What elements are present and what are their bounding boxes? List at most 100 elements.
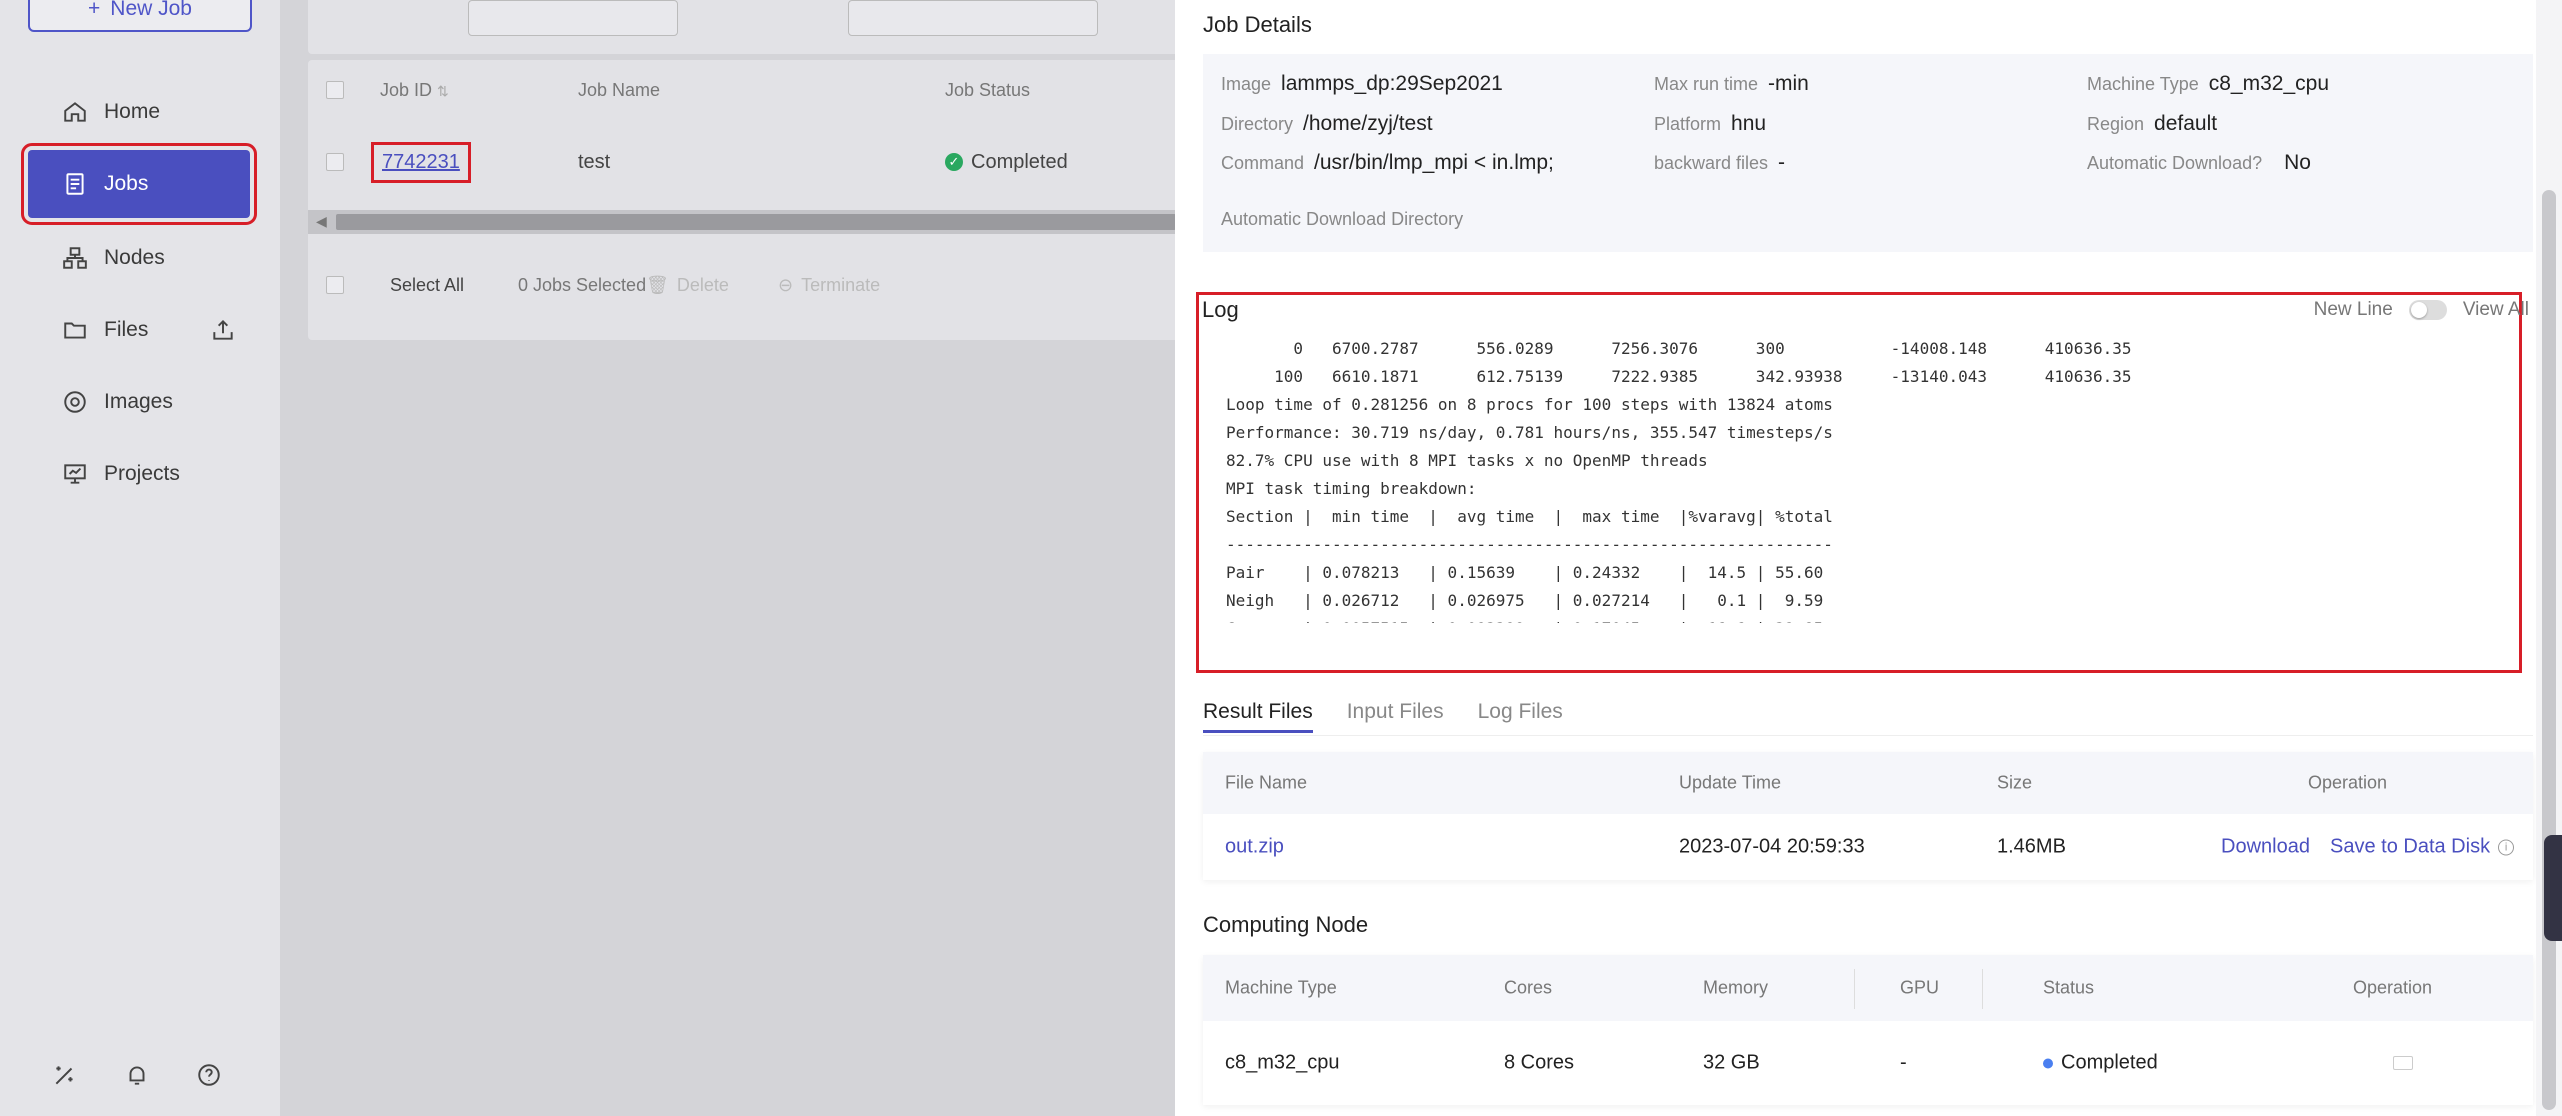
- date-filter-input[interactable]: [848, 0, 1098, 36]
- log-title: Log: [1202, 297, 1239, 322]
- sidebar-item-projects[interactable]: Projects: [24, 438, 254, 510]
- sidebar-item-label: Nodes: [104, 246, 165, 269]
- drawer-scrollbar[interactable]: [2536, 0, 2562, 1116]
- image-icon: [64, 391, 86, 413]
- save-to-data-disk-button[interactable]: Save to Data Disk: [2330, 836, 2490, 859]
- log-line: Loop time of 0.281256 on 8 procs for 100…: [1226, 395, 1833, 414]
- scrollbar-thumb[interactable]: [2542, 190, 2556, 1110]
- job-details-card: Image lammps_dp:29Sep2021 Directory/home/…: [1203, 54, 2533, 252]
- detail-region: Region default: [2087, 112, 2218, 135]
- node-machine-type: c8_m32_cpu: [1225, 1051, 1340, 1074]
- log-line: Comm | 0.0057515 | 0.093399 | 0.17045 | …: [1226, 615, 2506, 623]
- column-header-operation: Operation: [2308, 772, 2388, 793]
- result-files-table: File Name Update Time Size Operation out…: [1203, 752, 2533, 880]
- column-header-gpu: GPU: [1900, 977, 1940, 998]
- job-id-link[interactable]: 7742231: [371, 141, 471, 183]
- footer-select-checkbox[interactable]: [326, 276, 344, 294]
- scrollbar-thumb[interactable]: [336, 214, 1176, 230]
- magic-wand-icon[interactable]: [52, 1062, 78, 1088]
- column-header-update-time: Update Time: [1679, 772, 1782, 793]
- nodes-icon: [63, 247, 87, 269]
- view-all-link[interactable]: View All: [2463, 299, 2529, 321]
- file-size: 1.46MB: [1997, 835, 2066, 858]
- node-cores: 8 Cores: [1504, 1051, 1575, 1074]
- table-header: File Name Update Time Size Operation: [1203, 752, 2533, 814]
- detail-auto-download-dir: Automatic Download Directory: [1221, 209, 1464, 229]
- column-header-operation: Operation: [2353, 977, 2433, 998]
- log-content[interactable]: 0 6700.2787 556.0289 7256.3076 300 -1400…: [1226, 335, 2506, 623]
- select-all-checkbox[interactable]: [326, 81, 344, 99]
- node-memory: 32 GB: [1703, 1051, 1760, 1074]
- detail-command: Command/usr/bin/lmp_mpi < in.lmp;: [1221, 151, 1554, 174]
- job-status-text: Completed: [971, 150, 1068, 173]
- log-line: MPI task timing breakdown:: [1226, 479, 1477, 498]
- floating-widget-handle[interactable]: [2544, 835, 2562, 941]
- help-icon[interactable]: [196, 1062, 222, 1088]
- plus-icon: +: [88, 0, 101, 20]
- log-line: 0 6700.2787 556.0289 7256.3076 300 -1400…: [1226, 339, 2132, 358]
- job-details-drawer: Job Details Image lammps_dp:29Sep2021 Dir…: [1175, 0, 2562, 1116]
- sidebar-item-label: Files: [104, 318, 149, 341]
- table-row: out.zip 2023-07-04 20:59:33 1.46MB Downl…: [1203, 814, 2533, 880]
- file-name-link[interactable]: out.zip: [1225, 836, 1284, 859]
- sidebar-item-label: Home: [104, 100, 161, 123]
- job-status: ✓ Completed: [945, 151, 1068, 174]
- new-line-label: New Line: [2313, 299, 2393, 320]
- sidebar-footer: [52, 1062, 222, 1088]
- detail-max-run-time: Max run time -min: [1654, 72, 1809, 95]
- check-circle-icon: ✓: [945, 153, 963, 171]
- sidebar-item-files[interactable]: Files: [24, 294, 254, 366]
- delete-button[interactable]: 🗑 Delete: [646, 275, 729, 296]
- share-icon[interactable]: [210, 317, 236, 343]
- column-header-job-id[interactable]: Job ID ⇅: [380, 80, 449, 101]
- terminate-button[interactable]: ⊖ Terminate: [778, 275, 880, 296]
- tab-input-files[interactable]: Input Files: [1347, 700, 1444, 733]
- detail-directory: Directory/home/zyj/test: [1221, 112, 1433, 135]
- table-row: c8_m32_cpu 8 Cores 32 GB - Completed: [1203, 1021, 2533, 1105]
- column-header-job-status: Job Status: [945, 79, 1031, 100]
- tab-result-files[interactable]: Result Files: [1203, 700, 1313, 733]
- detail-machine-type: Machine Type c8_m32_cpu: [2087, 72, 2329, 95]
- log-line: Performance: 30.719 ns/day, 0.781 hours/…: [1226, 423, 1833, 442]
- file-tabs: Result Files Input Files Log Files: [1203, 700, 1563, 733]
- filter-bar: [308, 0, 1188, 54]
- table-footer: Select All 0 Jobs Selected 🗑 Delete ⊖ Term…: [308, 260, 1188, 310]
- new-job-label: New Job: [110, 0, 192, 20]
- row-checkbox[interactable]: [326, 153, 344, 171]
- detail-auto-download: Automatic Download? No: [2087, 151, 2311, 174]
- computing-node-title: Computing Node: [1203, 912, 1369, 937]
- column-header-job-name: Job Name: [578, 79, 661, 100]
- log-controls: New Line View All: [2314, 299, 2529, 321]
- new-line-toggle[interactable]: [2408, 300, 2447, 320]
- sidebar-nav: Home Jobs Nodes Files Images Projects: [21, 76, 257, 510]
- select-all-label[interactable]: Select All: [390, 275, 464, 296]
- log-line: Pair | 0.078213 | 0.15639 | 0.24332 | 14…: [1226, 563, 1824, 582]
- sort-icon[interactable]: ⇅: [437, 83, 449, 99]
- sidebar-item-label: Projects: [104, 462, 180, 485]
- bell-icon[interactable]: [124, 1062, 150, 1088]
- column-header-size: Size: [1997, 772, 2033, 793]
- sidebar-item-label: Images: [104, 390, 173, 413]
- info-icon[interactable]: i: [2498, 839, 2515, 855]
- main-content: Job ID ⇅ Job Name Job Status 7742231 tes…: [280, 0, 1188, 1116]
- status-dot-icon: [2043, 1058, 2053, 1068]
- file-update-time: 2023-07-04 20:59:33: [1679, 835, 1865, 858]
- terminal-icon[interactable]: [2393, 1056, 2413, 1070]
- sidebar-item-nodes[interactable]: Nodes: [24, 222, 254, 294]
- filter-input[interactable]: [468, 0, 678, 36]
- column-header-file-name: File Name: [1225, 772, 1308, 793]
- horizontal-scrollbar[interactable]: ◀: [308, 210, 1188, 234]
- log-line: 100 6610.1871 612.75139 7222.9385 342.93…: [1226, 367, 2132, 386]
- download-button[interactable]: Download: [2221, 836, 2310, 859]
- computing-node-table: Machine Type Cores Memory GPU Status Ope…: [1203, 955, 2533, 1105]
- node-operation: [2393, 1056, 2413, 1070]
- new-job-button[interactable]: + New Job: [28, 0, 252, 32]
- sidebar-item-home[interactable]: Home: [24, 76, 254, 148]
- tab-log-files[interactable]: Log Files: [1478, 700, 1563, 733]
- sidebar-item-jobs[interactable]: Jobs: [21, 143, 257, 225]
- scroll-left-icon[interactable]: ◀: [316, 213, 327, 230]
- sidebar-item-images[interactable]: Images: [24, 366, 254, 438]
- log-line: Section | min time | avg time | max time…: [1226, 507, 1833, 526]
- detail-platform: Platform hnu: [1654, 112, 1767, 135]
- log-line: ----------------------------------------…: [1226, 535, 1833, 554]
